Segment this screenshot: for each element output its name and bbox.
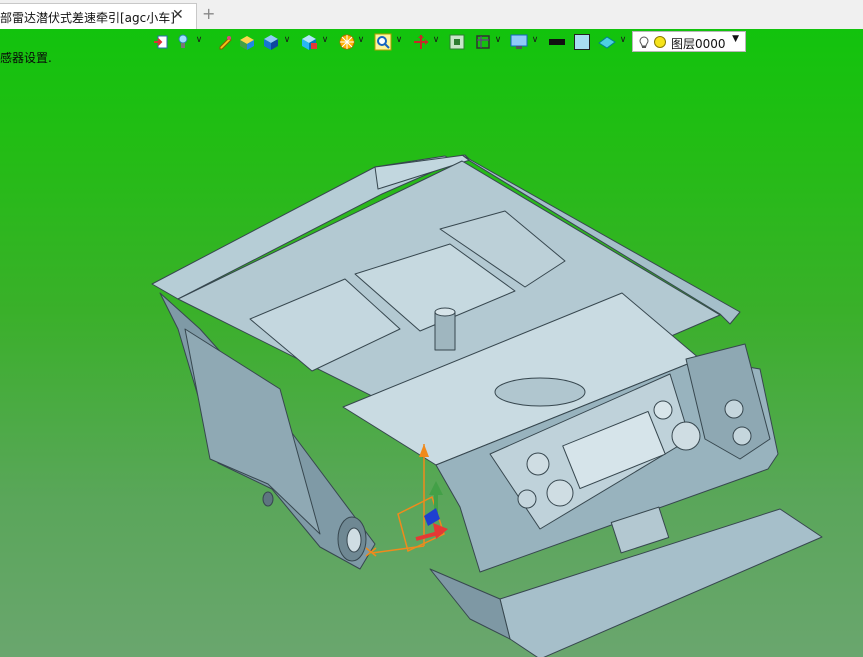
3d-viewport[interactable]: 感器设置. ∨ ∨ ∨ ∨ ∨ ∨ ∨ ∨ ∨ 图层0000 ▼ (0, 29, 863, 657)
indicator-light (724, 399, 744, 419)
bumper-side (429, 568, 511, 640)
panel-knob (546, 479, 574, 507)
agv-model[interactable] (0, 29, 863, 657)
indicator-light (732, 426, 752, 446)
emergency-stop-knob (671, 421, 701, 451)
indicator-light (517, 489, 537, 509)
panel-knob (526, 452, 550, 476)
close-icon[interactable]: ✕ (172, 7, 184, 23)
central-post (434, 311, 456, 351)
document-tab[interactable]: 部雷达潜伏式差速牵引[agc小车] ✕ (0, 3, 197, 29)
y-axis-arrow[interactable] (429, 481, 443, 495)
tab-bar: 部雷达潜伏式差速牵引[agc小车] ✕ + (0, 0, 863, 30)
document-tab-label: 部雷达潜伏式差速牵引[agc小车] (0, 11, 175, 25)
cover-slot (494, 377, 586, 407)
new-tab-button[interactable]: + (202, 6, 215, 22)
side-hole (262, 491, 274, 507)
panel-knob (653, 400, 673, 420)
